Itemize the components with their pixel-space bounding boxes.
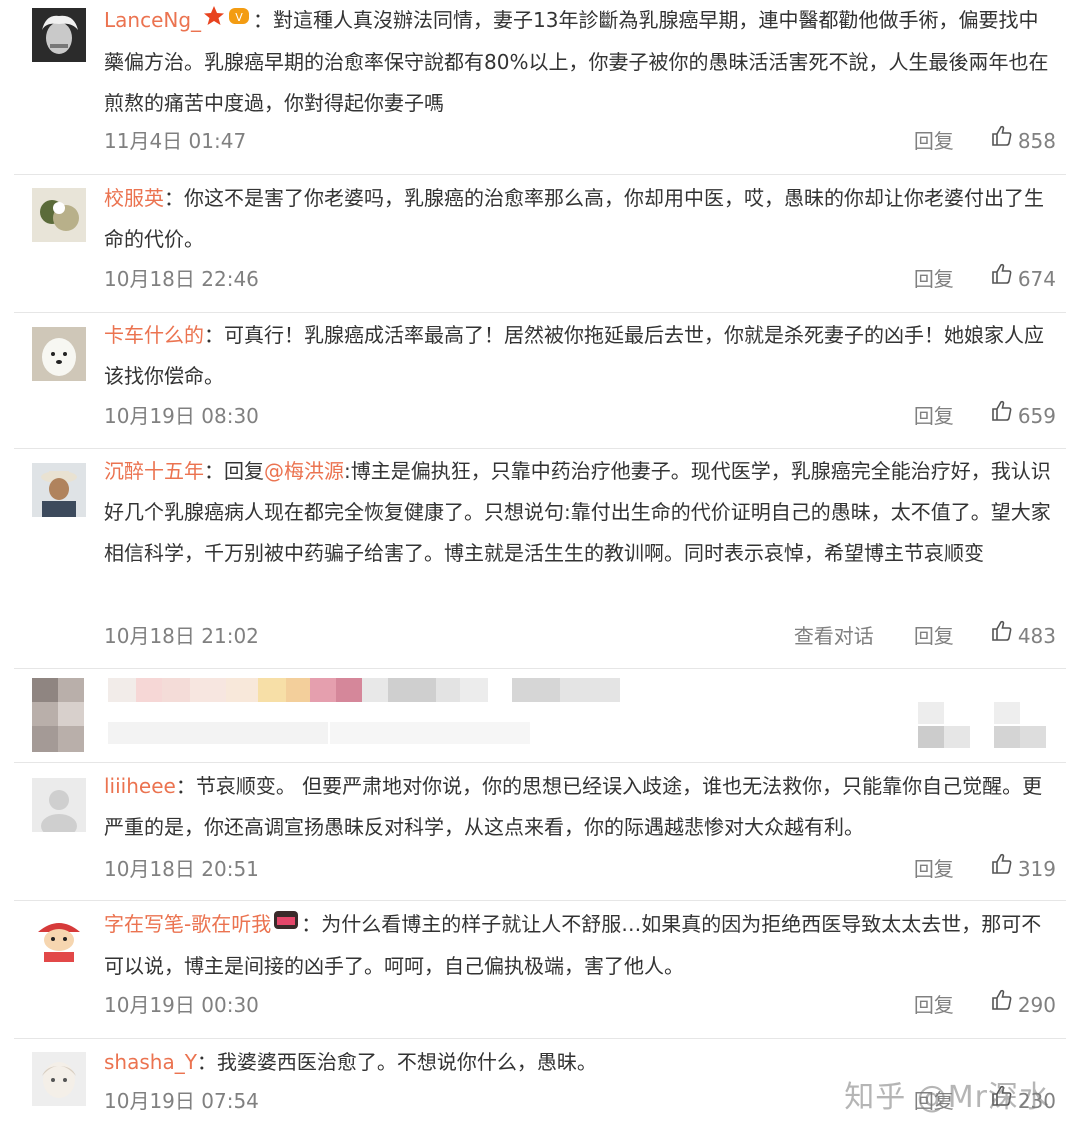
hat-man-avatar[interactable] <box>32 463 86 517</box>
like-button[interactable]: 290 <box>990 988 1056 1022</box>
thumbs-up-icon <box>990 399 1018 433</box>
username-link[interactable]: 校服英 <box>104 186 164 210</box>
like-count: 290 <box>1017 993 1056 1017</box>
like-button[interactable]: 858 <box>990 124 1056 158</box>
thumbs-up-icon <box>990 852 1018 886</box>
mention-link[interactable]: @梅洪源 <box>264 459 344 483</box>
portrait-avatar[interactable] <box>32 8 86 62</box>
watermark: 知乎 @Mr深水 <box>844 1080 1050 1115</box>
comment-actions: 回复 659 <box>874 399 1056 433</box>
view-conversation-button[interactable]: 查看对话 <box>794 619 874 653</box>
username-link[interactable]: 沉醉十五年 <box>104 459 204 483</box>
comment-time: 10月19日 08:30 <box>104 404 259 428</box>
username-link[interactable]: liiiheee <box>104 774 176 798</box>
comment-actions: 回复 674 <box>874 262 1056 296</box>
comment-actions: 回复 858 <box>874 124 1056 158</box>
reply-button[interactable]: 回复 <box>914 262 954 296</box>
comment-time: 10月18日 21:02 <box>104 624 259 648</box>
username-link[interactable]: 卡车什么的 <box>104 323 204 347</box>
reply-button[interactable]: 回复 <box>914 988 954 1022</box>
username-link[interactable]: LanceNg_ <box>104 8 201 32</box>
like-count: 483 <box>1017 624 1056 648</box>
reply-button[interactable]: 回复 <box>914 619 954 653</box>
comment-meta: 11月4日 01:47 回复 858 <box>104 124 1056 158</box>
comment-meta: 10月19日 00:30 回复 290 <box>104 988 1056 1022</box>
comment-body: 沉醉十五年：回复@梅洪源:博主是偏执狂，只靠中药治疗他妻子。现代医学，乳腺癌完全… <box>104 451 1058 574</box>
divider <box>14 174 1066 175</box>
username-link[interactable]: 字在写笔-歌在听我 <box>104 912 271 936</box>
comment-time: 11月4日 01:47 <box>104 129 247 153</box>
like-button[interactable]: 659 <box>990 399 1056 433</box>
comment-body: 校服英：你这不是害了你老婆吗，乳腺癌的治愈率那么高，你却用中医，哎，愚昧的你却让… <box>104 178 1058 260</box>
like-count: 674 <box>1017 267 1056 291</box>
comment-meta: 10月18日 20:51 回复 319 <box>104 852 1056 886</box>
reply-button[interactable]: 回复 <box>914 852 954 886</box>
comment-text: ：你这不是害了你老婆吗，乳腺癌的治愈率那么高，你却用中医，哎，愚昧的你却让你老婆… <box>104 186 1044 251</box>
girl-avatar[interactable] <box>32 1052 86 1106</box>
comment-text: ：可真行！乳腺癌成活率最高了！居然被你拖延最后去世，你就是杀死妻子的凶手！她娘家… <box>104 323 1044 388</box>
thumbs-up-icon <box>990 262 1018 296</box>
comment-text: ：节哀顺变。 但要严肃地对你说，你的思想已经误入歧途，谁也无法救你，只能靠你自己… <box>104 774 1043 839</box>
like-button[interactable]: 319 <box>990 852 1056 886</box>
comment-actions: 回复 290 <box>874 988 1056 1022</box>
like-count: 659 <box>1017 404 1056 428</box>
username-link[interactable]: shasha_Y <box>104 1050 197 1074</box>
comment-meta: 10月18日 21:02 查看对话 回复 483 <box>104 619 1056 653</box>
default-avatar[interactable] <box>32 778 86 832</box>
comment-time: 10月18日 20:51 <box>104 857 259 881</box>
reply-prefix: ：回复 <box>204 459 264 483</box>
like-button[interactable]: 483 <box>990 619 1056 653</box>
cartoon-avatar[interactable] <box>32 188 86 242</box>
comment-body: 字在写笔-歌在听我 ：为什么看博主的样子就让人不舒服…如果真的因为拒绝西医导致太太… <box>104 904 1058 987</box>
thumbs-up-icon <box>990 619 1018 653</box>
reply-button[interactable]: 回复 <box>914 124 954 158</box>
emoji-badge-icon <box>271 905 301 946</box>
dog-avatar[interactable] <box>32 327 86 381</box>
divider <box>14 1038 1066 1039</box>
cartoon-boy-avatar[interactable] <box>32 914 86 968</box>
comment-time: 10月18日 22:46 <box>104 267 259 291</box>
comment-body: LanceNg_ V ：對這種人真沒辦法同情，妻子13年診斷為乳腺癌早期，連中醫都勸… <box>104 0 1058 124</box>
comment-meta: 10月18日 22:46 回复 674 <box>104 262 1056 296</box>
vip-badge-icon: V <box>227 1 253 42</box>
divider <box>14 762 1066 763</box>
comment-text: ：我婆婆西医治愈了。不想说你什么，愚昧。 <box>196 1050 597 1074</box>
divider <box>14 448 1066 449</box>
comment-meta: 10月19日 08:30 回复 659 <box>104 399 1056 433</box>
comment-body: 卡车什么的：可真行！乳腺癌成活率最高了！居然被你拖延最后去世，你就是杀死妻子的凶… <box>104 315 1058 397</box>
comment-time: 10月19日 00:30 <box>104 993 259 1017</box>
thumbs-up-icon <box>990 988 1018 1022</box>
like-count: 858 <box>1017 129 1056 153</box>
thumbs-up-icon <box>990 124 1018 158</box>
comment-body: liiiheee：节哀顺变。 但要严肃地对你说，你的思想已经误入歧途，谁也无法救… <box>104 766 1058 848</box>
like-button[interactable]: 674 <box>990 262 1056 296</box>
comment-time: 10月19日 07:54 <box>104 1089 259 1113</box>
svg-text:V: V <box>235 11 243 24</box>
comment-actions: 查看对话 回复 483 <box>754 619 1056 653</box>
divider <box>14 668 1066 669</box>
comment-actions: 回复 319 <box>874 852 1056 886</box>
divider <box>14 900 1066 901</box>
star-badge-icon <box>201 1 227 42</box>
divider <box>14 312 1066 313</box>
reply-button[interactable]: 回复 <box>914 399 954 433</box>
comment-list: LanceNg_ V ：對這種人真沒辦法同情，妻子13年診斷為乳腺癌早期，連中醫都勸… <box>0 0 1080 1136</box>
like-count: 319 <box>1017 857 1056 881</box>
blurred-comment <box>0 672 1080 762</box>
